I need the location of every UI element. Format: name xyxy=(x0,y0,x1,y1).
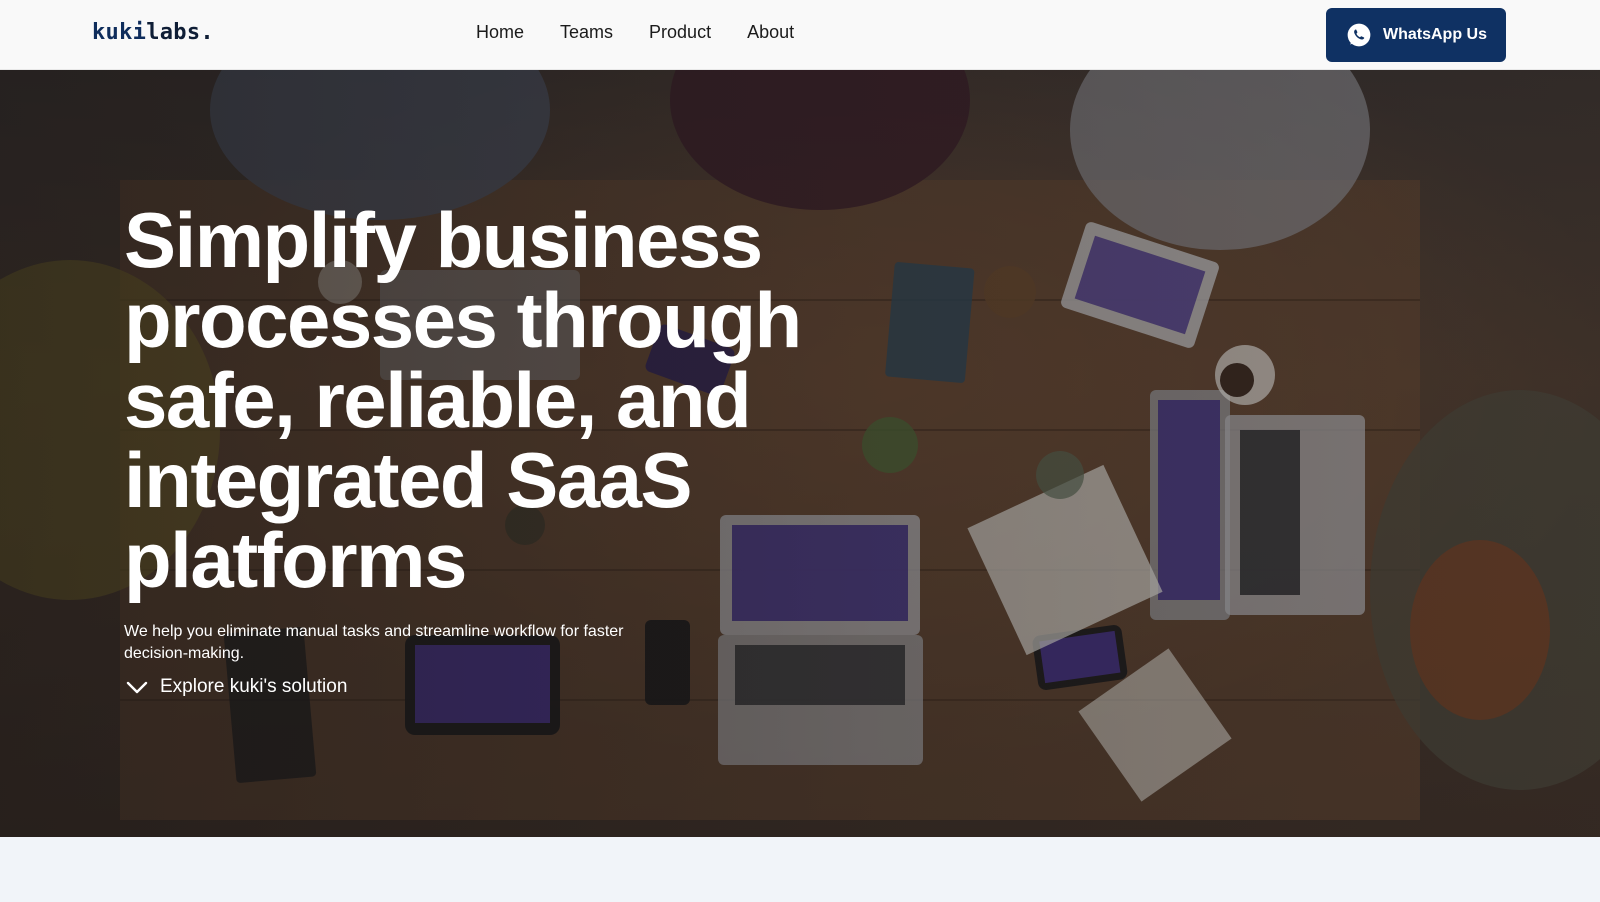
chevron-down-icon xyxy=(126,681,148,694)
hero-section: Simplify business processes through safe… xyxy=(0,70,1600,837)
whatsapp-icon xyxy=(1347,23,1371,47)
whatsapp-button-label: WhatsApp Us xyxy=(1383,26,1487,43)
main-nav: Home Teams Product About xyxy=(476,22,794,43)
whatsapp-button[interactable]: WhatsApp Us xyxy=(1326,8,1506,62)
nav-link-product[interactable]: Product xyxy=(649,22,711,43)
hero-subtitle: We help you eliminate manual tasks and s… xyxy=(124,623,624,662)
nav-link-about[interactable]: About xyxy=(747,22,794,43)
nav-link-teams[interactable]: Teams xyxy=(560,22,613,43)
logo-prefix: kuki xyxy=(92,20,147,45)
kukilabs-logo[interactable]: kukilabs. xyxy=(92,20,214,45)
explore-solution-label: Explore kuki's solution xyxy=(160,676,348,697)
top-navbar: kukilabs. Home Teams Product About Whats… xyxy=(0,0,1600,70)
explore-solution-link[interactable]: Explore kuki's solution xyxy=(126,676,347,698)
hero-title: Simplify business processes through safe… xyxy=(124,196,802,604)
logo-suffix: labs. xyxy=(146,20,214,45)
next-section-background xyxy=(0,837,1600,902)
nav-link-home[interactable]: Home xyxy=(476,22,524,43)
